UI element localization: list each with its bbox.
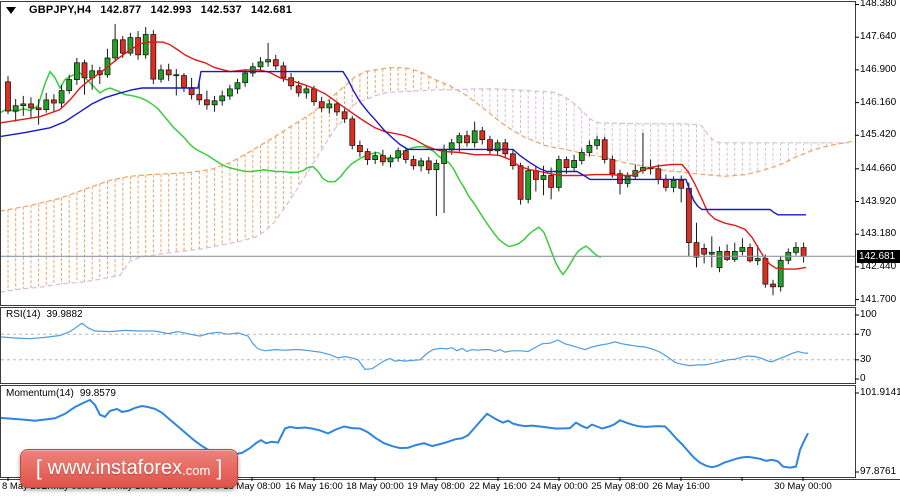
- time-axis-label: 22 May 16:00: [469, 481, 527, 492]
- time-axis-label: 30 May 00:00: [774, 481, 832, 492]
- watermark-domain: www.instaforex: [47, 457, 183, 479]
- ohlc-close: 142.681: [250, 4, 293, 16]
- chart-canvas: [0, 1, 900, 481]
- ohlc-low: 142.537: [200, 4, 242, 16]
- trading-chart-window: GBPJPY,H4 142.877 142.993 142.537 142.68…: [0, 0, 900, 500]
- rsi-indicator-label: RSI(14) 39.9882: [6, 309, 83, 320]
- rsi-axis-label: 0: [860, 373, 866, 384]
- ohlc-high: 142.993: [150, 4, 192, 16]
- watermark-tld: .com: [182, 463, 211, 478]
- time-axis-label: 26 May 16:00: [652, 481, 710, 492]
- rsi-name: RSI(14): [6, 309, 41, 320]
- time-axis-label: 19 May 08:00: [407, 481, 465, 492]
- price-axis-label: 144.660: [860, 163, 897, 174]
- symbol-dropdown-icon[interactable]: [6, 6, 16, 14]
- momentum-name: Momentum(14): [6, 388, 74, 399]
- time-axis-label: 24 May 00:00: [530, 481, 588, 492]
- watermark-bracket-left: [: [35, 456, 42, 480]
- price-axis-label: 147.640: [860, 31, 897, 42]
- price-axis-label: 146.900: [860, 64, 897, 75]
- rsi-value: 39.9882: [46, 309, 83, 320]
- ohlc-open: 142.877: [100, 4, 142, 16]
- price-axis-label: 143.180: [860, 228, 897, 239]
- rsi-axis-label: 30: [860, 354, 872, 365]
- time-axis-label: 18 May 00:00: [346, 481, 404, 492]
- current-price-value: 142.681: [859, 251, 896, 262]
- price-axis-label: 145.420: [860, 129, 897, 140]
- rsi-axis-label: 100: [860, 309, 877, 320]
- rsi-axis-label: 70: [860, 328, 872, 339]
- current-price-badge: 142.681: [857, 250, 900, 263]
- symbol-label: GBPJPY,H4: [29, 4, 92, 16]
- price-axis-label: 141.700: [860, 294, 897, 305]
- time-axis-label: 16 May 16:00: [285, 481, 343, 492]
- momentum-indicator-label: Momentum(14) 99.8579: [6, 388, 116, 399]
- price-axis-label: 148.380: [860, 0, 897, 9]
- momentum-axis-label: 97.8761: [860, 466, 897, 477]
- momentum-axis-label: 101.9141: [860, 387, 900, 398]
- chart-title: GBPJPY,H4 142.877 142.993 142.537 142.68…: [6, 4, 292, 16]
- price-axis-label: 146.160: [860, 97, 897, 108]
- instaforex-watermark-link[interactable]: [ www.instaforex .com ]: [20, 449, 238, 488]
- price-axis-label: 143.920: [860, 196, 897, 207]
- momentum-value: 99.8579: [79, 388, 116, 399]
- watermark-bracket-right: ]: [216, 456, 223, 480]
- time-axis-label: 25 May 08:00: [591, 481, 649, 492]
